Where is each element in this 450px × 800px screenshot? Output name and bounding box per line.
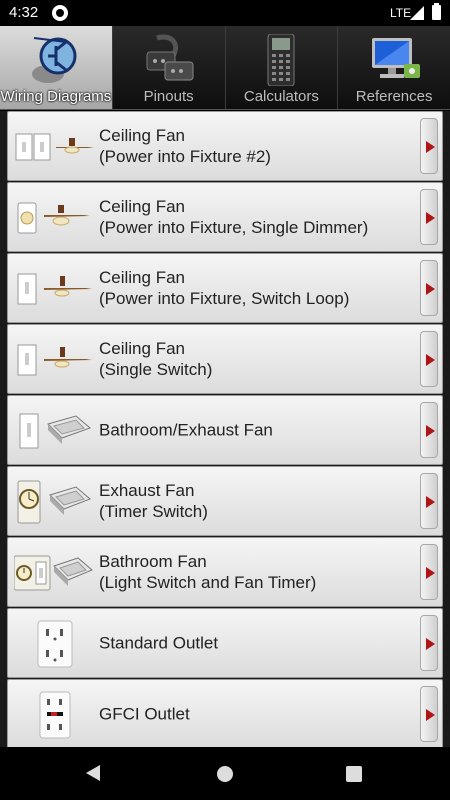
ceiling-fan-switch-icon [17, 344, 92, 376]
bathroom-fan-timer-switch-icon [14, 555, 93, 591]
tab-label: Calculators [243, 88, 319, 105]
system-navigation-bar [0, 747, 450, 800]
tab-label: References [355, 88, 433, 105]
list-item-title: Ceiling Fan (Power into Fixture, Switch … [99, 268, 350, 308]
disclosure-arrow-icon[interactable] [420, 260, 438, 316]
list-item-title: Ceiling Fan (Single Switch) [99, 339, 213, 379]
standard-outlet-icon [37, 620, 73, 668]
disclosure-arrow-icon[interactable] [420, 189, 438, 245]
home-icon[interactable] [217, 766, 233, 782]
list-item[interactable]: Bathroom/Exhaust Fan [7, 395, 443, 465]
disclosure-arrow-icon[interactable] [420, 686, 438, 742]
exhaust-fan-switch-icon [19, 413, 91, 449]
tab-calculators[interactable]: Calculators [226, 26, 339, 109]
pinouts-icon [146, 34, 194, 81]
exhaust-fan-timer-icon [17, 480, 91, 524]
back-icon[interactable] [86, 765, 100, 781]
list-item-title: GFCI Outlet [99, 704, 190, 724]
list-item[interactable]: Ceiling Fan (Power into Fixture, Single … [7, 182, 443, 252]
tab-wiring-diagrams[interactable]: Wiring Diagrams [0, 26, 113, 109]
list-item-title: Bathroom/Exhaust Fan [99, 420, 273, 440]
wiring-diagrams-icon [31, 37, 77, 83]
disclosure-arrow-icon[interactable] [420, 402, 438, 458]
list-item-title: Ceiling Fan (Power into Fixture #2) [99, 126, 271, 166]
tab-label: Pinouts [143, 88, 194, 105]
list-item[interactable]: GFCI Outlet [7, 679, 443, 747]
disclosure-arrow-icon[interactable] [420, 544, 438, 600]
disclosure-arrow-icon[interactable] [420, 118, 438, 174]
list-item-title: Standard Outlet [99, 633, 219, 653]
disclosure-arrow-icon[interactable] [420, 331, 438, 387]
disclosure-arrow-icon[interactable] [420, 473, 438, 529]
references-icon [372, 38, 421, 78]
status-time: 4:32 [9, 4, 39, 21]
app-notification-icon [52, 5, 68, 21]
list-item-title: Ceiling Fan (Power into Fixture, Single … [99, 197, 369, 237]
calculators-icon [267, 34, 295, 86]
signal-icon [410, 6, 424, 20]
list-item-title: Bathroom Fan (Light Switch and Fan Timer… [99, 552, 317, 592]
list-item[interactable]: Exhaust Fan (Timer Switch) [7, 466, 443, 536]
tab-label: Wiring Diagrams [0, 88, 112, 105]
list-item[interactable]: Standard Outlet [7, 608, 443, 678]
tab-pinouts[interactable]: Pinouts [113, 26, 226, 109]
recents-icon[interactable] [346, 766, 362, 782]
list-item-title: Exhaust Fan (Timer Switch) [99, 481, 208, 521]
status-bar: 4:32 LTE [0, 0, 450, 26]
gfci-outlet-icon [39, 691, 71, 739]
list-item[interactable]: Ceiling Fan (Single Switch) [7, 324, 443, 394]
list-item[interactable]: Ceiling Fan (Power into Fixture, Switch … [7, 253, 443, 323]
ceiling-fan-switch-icon [17, 273, 92, 305]
network-type: LTE [390, 6, 412, 20]
tab-references[interactable]: References [338, 26, 450, 109]
list-item[interactable]: Ceiling Fan (Power into Fixture #2) [7, 111, 443, 181]
battery-icon [432, 3, 441, 20]
ceiling-fan-dimmer-icon [17, 202, 90, 234]
ceiling-fan-two-switches-icon [15, 133, 94, 161]
list-item[interactable]: Bathroom Fan (Light Switch and Fan Timer… [7, 537, 443, 607]
disclosure-arrow-icon[interactable] [420, 615, 438, 671]
tab-bar: Wiring Diagrams Pinouts Calculators Refe… [0, 26, 450, 110]
wiring-diagram-list: Ceiling Fan (Power into Fixture #2) Ceil… [0, 111, 450, 747]
